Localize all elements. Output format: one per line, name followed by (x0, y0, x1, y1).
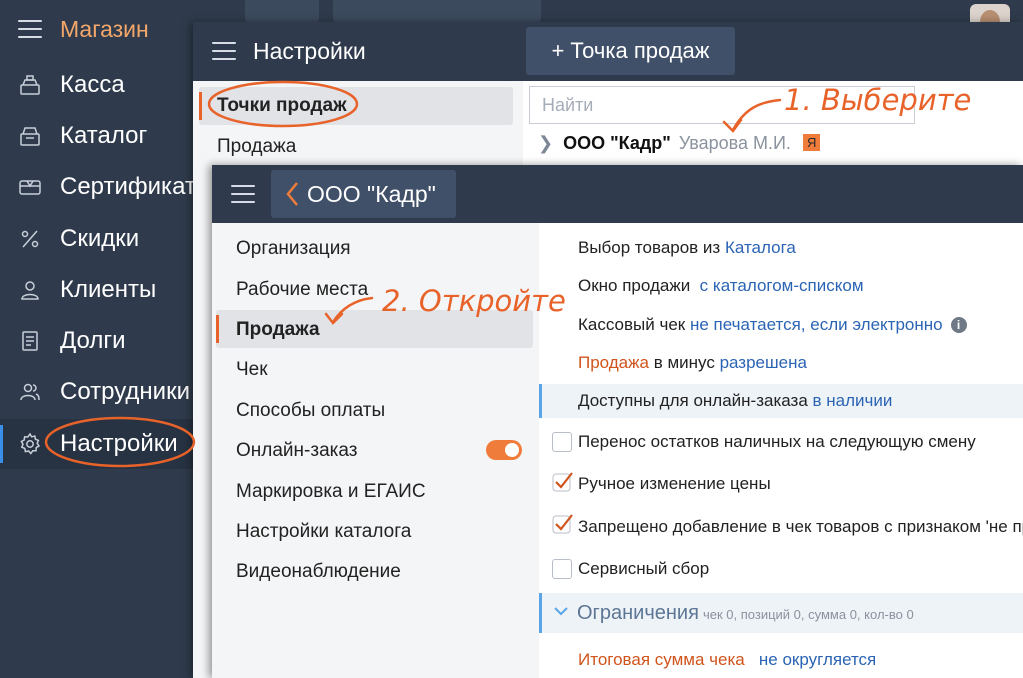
highlight-circle-settings (44, 416, 196, 468)
highlight-circle-points-of-sale (207, 80, 359, 128)
arrow-step1 (731, 98, 782, 132)
annotation-step1: 1. Выберите (784, 83, 972, 117)
annotation-step2: 2. Откройте (382, 284, 566, 318)
